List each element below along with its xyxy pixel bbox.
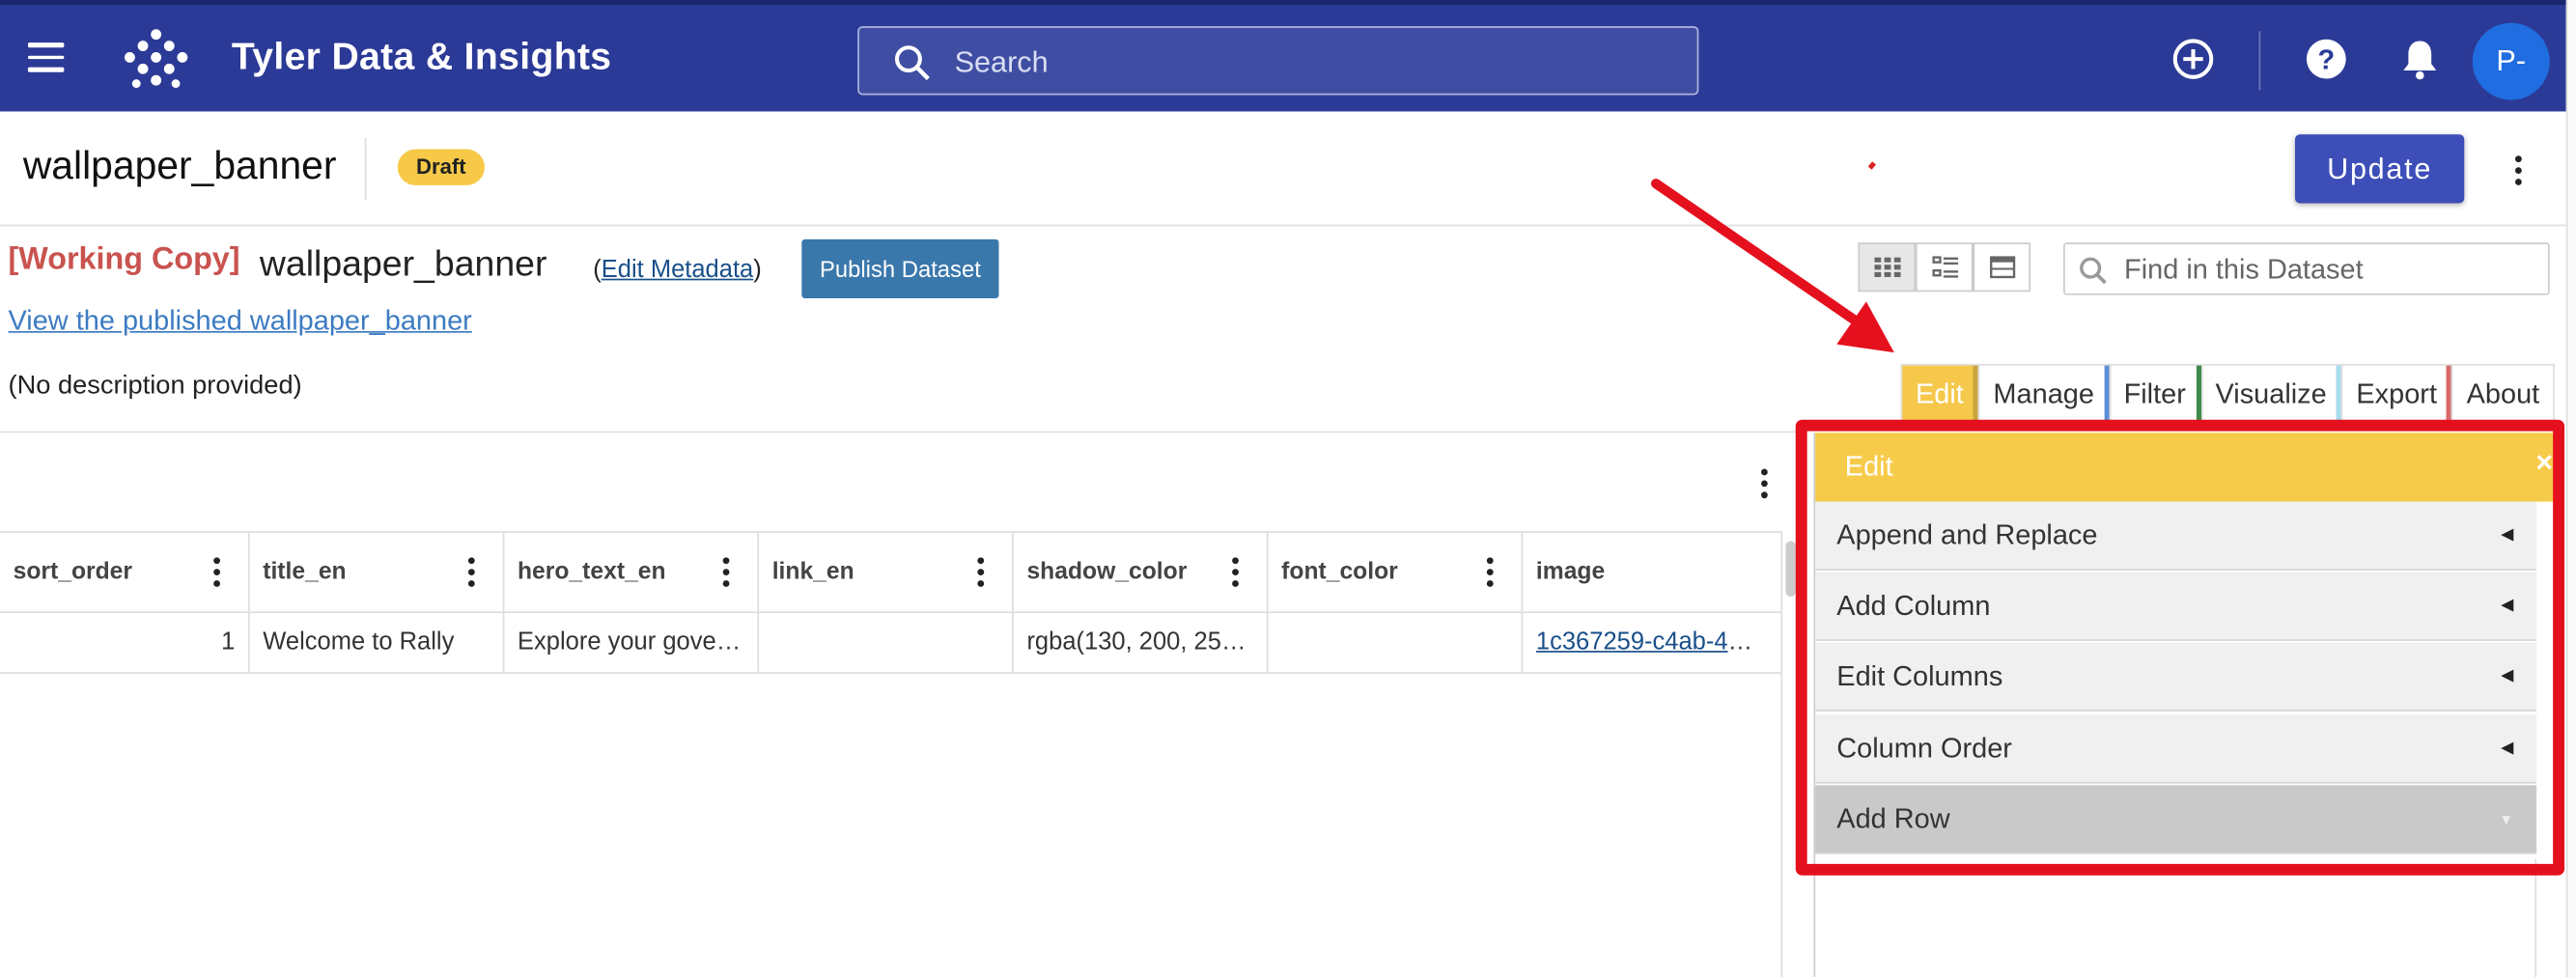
column-header-link-en[interactable]: link_en — [759, 532, 1014, 612]
column-menu-icon[interactable] — [211, 557, 221, 592]
table-cell[interactable]: Welcome to Rally — [250, 613, 505, 673]
table-cell[interactable]: 1 — [0, 613, 250, 673]
edit-metadata: (Edit Metadata) — [593, 256, 762, 284]
tab-filter[interactable]: Filter — [2109, 363, 2201, 424]
window-edge — [2565, 0, 2576, 977]
view-published-link[interactable]: View the published wallpaper_banner — [9, 305, 472, 338]
nav-divider — [2258, 31, 2261, 91]
menu-icon[interactable] — [27, 42, 65, 72]
search-icon — [894, 45, 930, 81]
edit-metadata-close-paren: ) — [753, 255, 762, 284]
dataset-description: (No description provided) — [8, 372, 302, 401]
more-options-icon[interactable] — [2513, 155, 2523, 190]
column-menu-icon[interactable] — [1485, 557, 1495, 592]
tab-export[interactable]: Export — [2341, 363, 2452, 424]
highlight-box — [1795, 419, 2565, 876]
dataset-name: wallpaper_banner — [259, 242, 547, 284]
tab-label: Manage — [1993, 378, 2094, 410]
page-header: wallpaper_banner Draft Update — [0, 111, 2566, 227]
edit-metadata-link[interactable]: Edit Metadata — [602, 256, 753, 284]
tab-label: About — [2466, 378, 2540, 410]
app-title[interactable]: Tyler Data & Insights — [232, 35, 612, 79]
column-header-label: link_en — [771, 559, 854, 586]
tab-label: Filter — [2123, 378, 2186, 410]
grid-edge — [1780, 531, 1783, 977]
column-header-label: image — [1535, 559, 1606, 586]
tab-label: Edit — [1915, 378, 1964, 410]
section-divider — [0, 431, 1800, 433]
tab-label: Export — [2356, 378, 2437, 410]
column-menu-icon[interactable] — [466, 557, 476, 592]
column-header-title-en[interactable]: title_en — [250, 532, 505, 612]
find-in-dataset[interactable] — [2063, 242, 2550, 295]
panel-edge — [2534, 858, 2537, 977]
grid-scrollbar[interactable] — [1785, 541, 1796, 598]
view-mode-toggle — [1858, 242, 2031, 294]
column-header-label: font_color — [1281, 559, 1398, 586]
data-grid: sort_order title_en hero_text_en link_en… — [0, 531, 1781, 674]
column-header-label: hero_text_en — [517, 559, 666, 586]
grid-options-icon[interactable] — [1759, 468, 1769, 504]
publish-dataset-button[interactable]: Publish Dataset — [801, 238, 999, 299]
page-title: wallpaper_banner — [22, 144, 337, 189]
help-icon[interactable]: ? — [2304, 36, 2350, 82]
column-header-sort-order[interactable]: sort_order — [0, 532, 250, 612]
column-header-hero-text-en[interactable]: hero_text_en — [504, 532, 760, 612]
dataset-tabs: Edit Manage Filter Visualize Export Abou… — [1900, 363, 2555, 424]
grid-view-icon[interactable] — [1858, 242, 1916, 293]
find-in-dataset-input[interactable] — [2120, 250, 2538, 291]
table-cell[interactable]: Explore your gover… — [504, 613, 760, 673]
global-search[interactable] — [857, 26, 1699, 96]
image-link[interactable]: 1c367259-c4ab-44… — [1536, 628, 1766, 656]
search-input[interactable] — [951, 38, 1681, 87]
tab-edit[interactable]: Edit — [1900, 363, 1979, 424]
status-badge: Draft — [397, 149, 485, 185]
table-cell[interactable]: rgba(130, 200, 255… — [1014, 613, 1269, 673]
edit-metadata-open-paren: ( — [593, 255, 602, 284]
user-avatar[interactable]: P- — [2472, 22, 2550, 100]
column-header-image[interactable]: image — [1523, 533, 1778, 612]
table-cell[interactable]: 1c367259-c4ab-44… — [1523, 613, 1778, 672]
search-icon — [2080, 257, 2107, 285]
column-header-font-color[interactable]: font_color — [1269, 532, 1524, 612]
column-header-label: shadow_color — [1026, 559, 1188, 586]
tab-about[interactable]: About — [2451, 363, 2555, 422]
tab-manage[interactable]: Manage — [1978, 363, 2110, 424]
table-cell[interactable] — [1269, 613, 1524, 673]
column-header-label: title_en — [263, 559, 347, 586]
column-menu-icon[interactable] — [976, 557, 986, 592]
column-header-label: sort_order — [13, 559, 133, 586]
table-row[interactable]: 1 Welcome to Rally Explore your gover… r… — [0, 613, 1781, 674]
table-cell[interactable] — [759, 613, 1014, 673]
list-view-icon[interactable] — [1915, 242, 1974, 293]
notifications-bell-icon[interactable] — [2396, 36, 2443, 82]
svg-text:?: ? — [2317, 44, 2335, 75]
working-copy-label: [Working Copy] — [8, 242, 240, 277]
tab-visualize[interactable]: Visualize — [2200, 363, 2342, 424]
column-menu-icon[interactable] — [1230, 557, 1240, 592]
grid-header-row: sort_order title_en hero_text_en link_en… — [0, 531, 1781, 614]
column-header-shadow-color[interactable]: shadow_color — [1014, 532, 1269, 612]
update-button[interactable]: Update — [2294, 134, 2465, 204]
add-circle-icon[interactable] — [2170, 36, 2217, 82]
top-nav-bar: Tyler Data & Insights ? P- — [0, 0, 2566, 112]
tyler-logo-icon[interactable] — [119, 24, 194, 99]
title-divider — [364, 137, 367, 201]
tab-label: Visualize — [2215, 378, 2327, 410]
page-view-icon[interactable] — [1973, 242, 2031, 293]
column-menu-icon[interactable] — [721, 557, 731, 592]
